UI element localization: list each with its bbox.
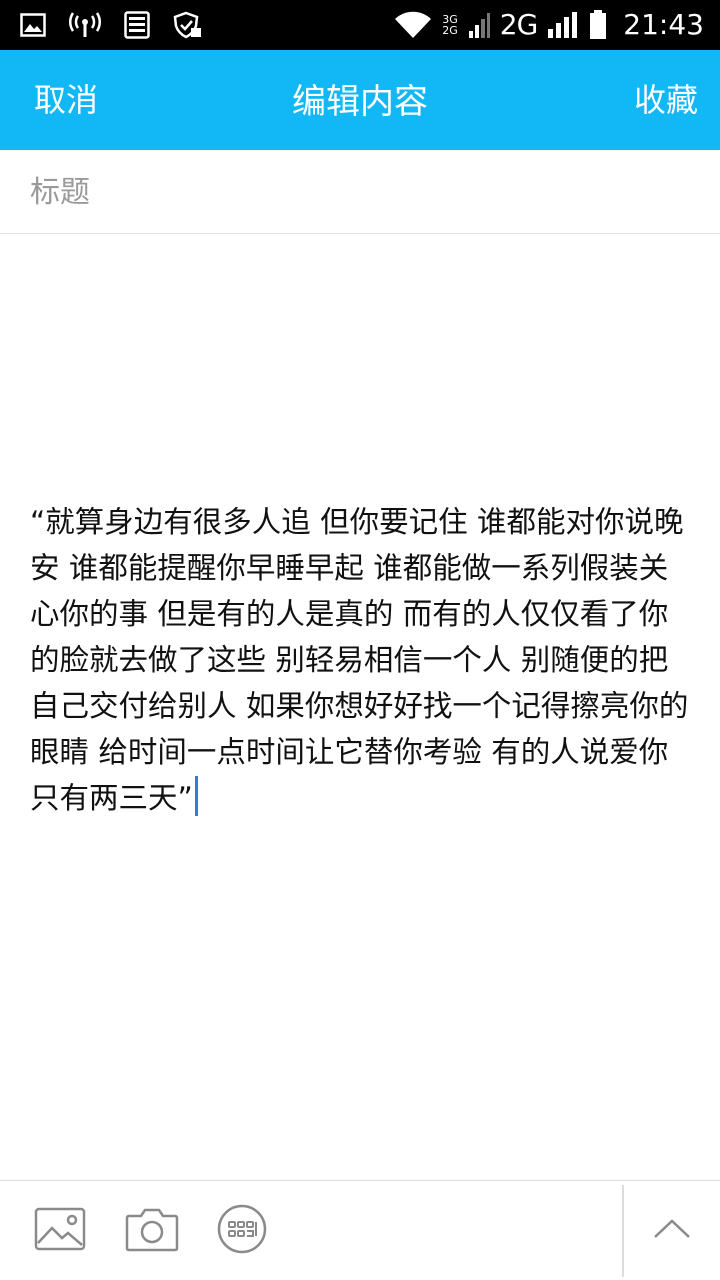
expand-toolbar-button[interactable] [644, 1205, 700, 1257]
security-shield-icon [172, 11, 202, 39]
status-bar-right: 3G 2G 2G 21:43 [394, 6, 704, 44]
storage-icon [124, 11, 150, 39]
gallery-notification-icon [20, 13, 46, 37]
status-bar-left [20, 8, 202, 42]
signal-small-icon [468, 11, 490, 39]
content-text-wrapper[interactable]: “就算身边有很多人追 但你要记住 谁都能对你说晚安 谁都能提醒你早睡早起 谁都能… [30, 499, 694, 821]
signal-icon [547, 11, 579, 39]
status-bar: 3G 2G 2G 21:43 [0, 0, 720, 50]
page-title: 编辑内容 [292, 82, 428, 122]
wifi-icon [394, 11, 432, 39]
camera-icon [125, 1206, 179, 1256]
bottom-toolbar [0, 1180, 720, 1280]
hotspot-icon [68, 12, 102, 38]
clock: 21:43 [623, 8, 704, 41]
network-small-bottom: 2G [442, 24, 458, 37]
title-input[interactable] [30, 170, 690, 214]
network-type-small: 3G 2G [442, 14, 458, 36]
insert-image-button[interactable] [32, 1205, 88, 1257]
content-editor[interactable]: “就算身边有很多人追 但你要记住 谁都能对你说晚安 谁都能提醒你早睡早起 谁都能… [0, 235, 720, 1180]
camera-button[interactable] [124, 1205, 180, 1257]
text-cursor [194, 776, 198, 816]
battery-icon [589, 10, 607, 40]
chevron-up-icon [652, 1217, 692, 1245]
nav-bar: 取消 编辑内容 收藏 [0, 50, 720, 150]
network-type: 2G [499, 8, 539, 41]
keyboard-icon [216, 1203, 268, 1259]
favorite-button[interactable]: 收藏 [634, 78, 698, 122]
content-text: “就算身边有很多人追 但你要记住 谁都能对你说晚安 谁都能提醒你早睡早起 谁都能… [30, 505, 689, 815]
emoji-keyboard-button[interactable] [214, 1203, 270, 1259]
title-field-container [0, 150, 720, 234]
toolbar-divider [622, 1185, 624, 1277]
image-icon [34, 1207, 86, 1255]
